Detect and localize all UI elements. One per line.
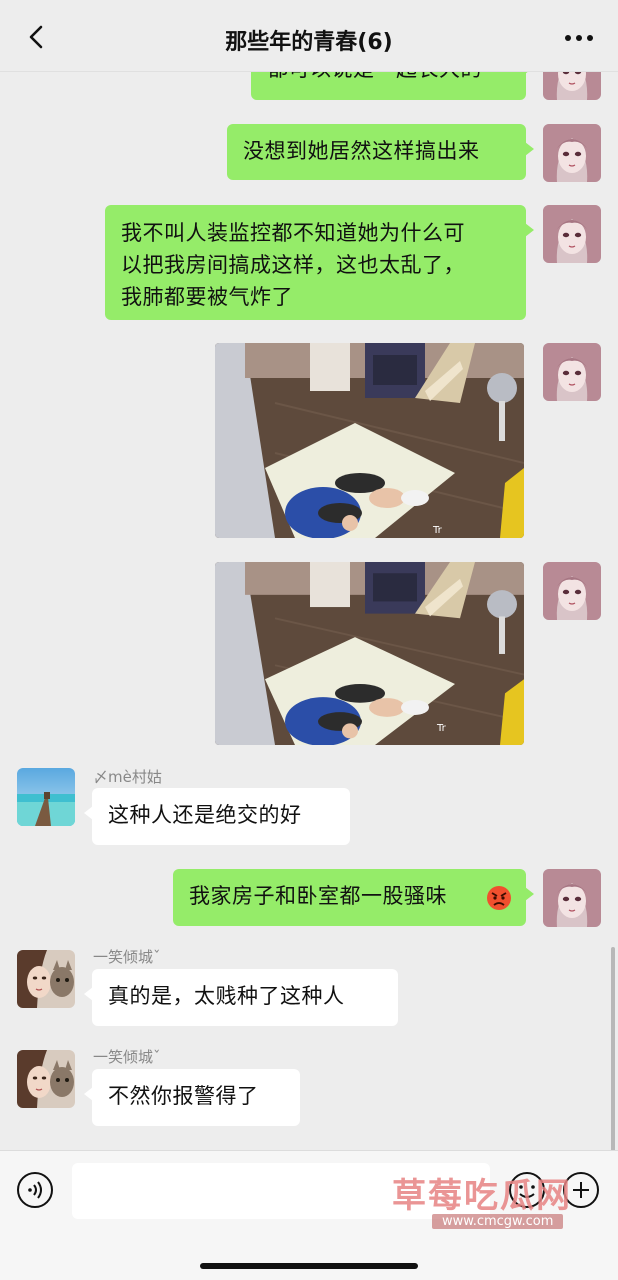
home-indicator[interactable] xyxy=(200,1263,418,1269)
cctv-photo[interactable]: Tr xyxy=(215,562,524,745)
camera-mark: Tr xyxy=(436,723,446,734)
sender-name: 一笑倾城ˇ xyxy=(93,948,161,966)
avatar-me[interactable] xyxy=(543,343,601,401)
voice-icon[interactable] xyxy=(16,1171,54,1209)
sender-name: 〆mè村姑 xyxy=(93,768,162,786)
chat-title: 那些年的青春(6) xyxy=(225,30,393,55)
message-bubble-other[interactable]: 这种人还是绝交的好 xyxy=(84,788,350,845)
message-bubble-other[interactable]: 真的是，太贱种了这种人 xyxy=(84,969,398,1026)
avatar-me[interactable] xyxy=(543,72,601,100)
avatar-qingcheng[interactable] xyxy=(17,950,75,1008)
sender-name: 一笑倾城ˇ xyxy=(93,1048,161,1066)
scrollbar[interactable] xyxy=(611,947,615,1150)
avatar-me[interactable] xyxy=(543,562,601,620)
message-bubble-mine[interactable]: 没想到她居然这样搞出来 xyxy=(227,124,534,180)
camera-mark: Tr xyxy=(432,525,443,536)
avatar-me[interactable] xyxy=(543,205,601,263)
input-bar xyxy=(0,1150,618,1280)
message-bubble-mine[interactable]: 都可以说是一起长大的 xyxy=(251,72,534,100)
more-dots-icon[interactable] xyxy=(562,26,596,50)
cctv-photo[interactable]: Tr xyxy=(215,343,524,538)
avatar-me[interactable] xyxy=(543,124,601,182)
message-bubble-mine[interactable]: 我家房子和卧室都一股骚味 xyxy=(173,869,534,926)
angry-face-icon xyxy=(487,886,511,910)
emoji-icon[interactable] xyxy=(508,1171,546,1209)
message-bubble-other[interactable]: 不然你报警得了 xyxy=(84,1069,300,1126)
plus-icon[interactable] xyxy=(562,1171,600,1209)
avatar-cungu[interactable] xyxy=(17,768,75,826)
message-input[interactable] xyxy=(72,1163,490,1219)
message-bubble-mine[interactable]: 我不叫人装监控都不知道她为什么可 以把我房间搞成这样，这也太乱了， 我肺都要被气… xyxy=(105,205,534,320)
message-list[interactable]: 都可以说是一起长大的 没想到她居然这样搞出来 我不叫人装监控都不知道她为什么可 … xyxy=(0,72,618,1150)
avatar-me[interactable] xyxy=(543,869,601,927)
chat-header: 那些年的青春(6) xyxy=(0,0,618,72)
avatar-qingcheng[interactable] xyxy=(17,1050,75,1108)
